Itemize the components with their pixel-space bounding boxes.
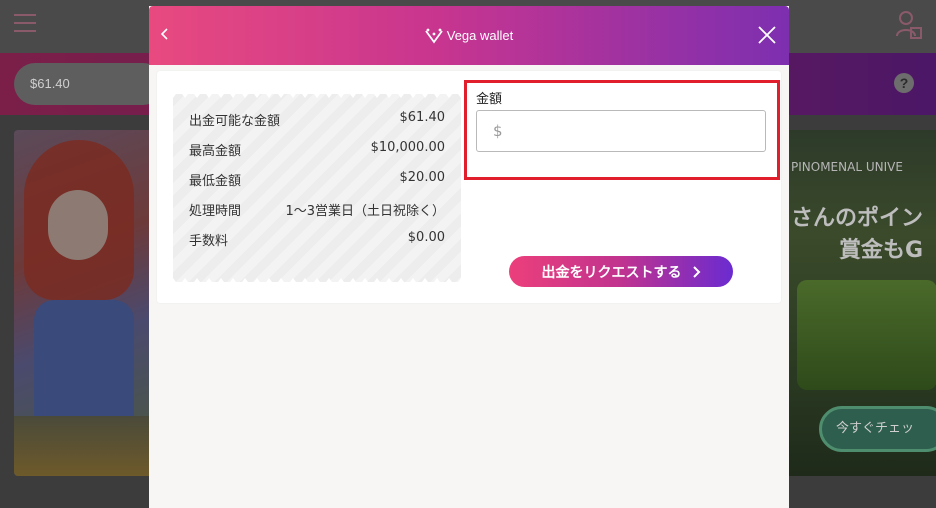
request-withdrawal-button[interactable]: 出金をリクエストする [509, 256, 733, 287]
info-value: $61.40 [399, 110, 446, 125]
receipt-zigzag-top [173, 90, 461, 98]
close-icon [758, 26, 776, 44]
info-value: $20.00 [399, 170, 446, 185]
amount-input[interactable] [476, 110, 766, 152]
receipt-zigzag-bottom [173, 278, 461, 286]
chevron-right-icon [692, 265, 700, 278]
background-banner-left [14, 130, 154, 476]
hamburger-menu-icon[interactable] [14, 14, 38, 34]
info-row-available: 出金可能な金額 $61.40 [189, 110, 445, 130]
brand-name: Vega wallet [446, 28, 514, 43]
info-row-fee: 手数料 $0.00 [189, 230, 445, 250]
close-button[interactable] [757, 25, 777, 45]
info-label: 手数料 [189, 234, 229, 249]
amount-label: 金額 [476, 92, 503, 107]
banner-right-line2: さんのポイン [791, 206, 924, 231]
info-value: $10,000.00 [370, 140, 445, 155]
background-balance-pill: $61.40 [14, 63, 164, 105]
info-row-max: 最高金額 $10,000.00 [189, 140, 445, 160]
info-label: 最低金額 [189, 174, 242, 189]
banner-right-cta: 今すぐチェッ [819, 406, 936, 452]
brand: Vega wallet [149, 6, 789, 65]
banner-right-line1: PINOMENAL UNIVE [791, 160, 903, 174]
info-value: $0.00 [407, 230, 445, 245]
modal-header: Vega wallet [149, 6, 789, 65]
info-label: 処理時間 [189, 204, 242, 219]
info-row-processing-time: 処理時間 1〜3営業日（土日祝除く） [189, 200, 445, 220]
vega-logo-icon [425, 28, 443, 44]
withdraw-info-receipt: 出金可能な金額 $61.40 最高金額 $10,000.00 最低金額 $20.… [173, 94, 461, 282]
info-value: 1〜3営業日（土日祝除く） [285, 204, 445, 219]
banner-right-line3: 賞金もG [839, 238, 924, 263]
wallet-modal: Vega wallet 出金可能な金額 $61.40 最高金額 $10,000.… [149, 6, 789, 508]
help-icon[interactable]: ? [894, 73, 914, 93]
user-account-icon[interactable] [896, 10, 924, 40]
request-withdrawal-label: 出金をリクエストする [541, 264, 682, 281]
info-row-min: 最低金額 $20.00 [189, 170, 445, 190]
info-label: 最高金額 [189, 144, 242, 159]
info-label: 出金可能な金額 [189, 114, 281, 129]
banner-right-logo [797, 280, 936, 390]
background-banner-right: PINOMENAL UNIVE さんのポイン 賞金もG 今すぐチェッ [789, 130, 936, 476]
